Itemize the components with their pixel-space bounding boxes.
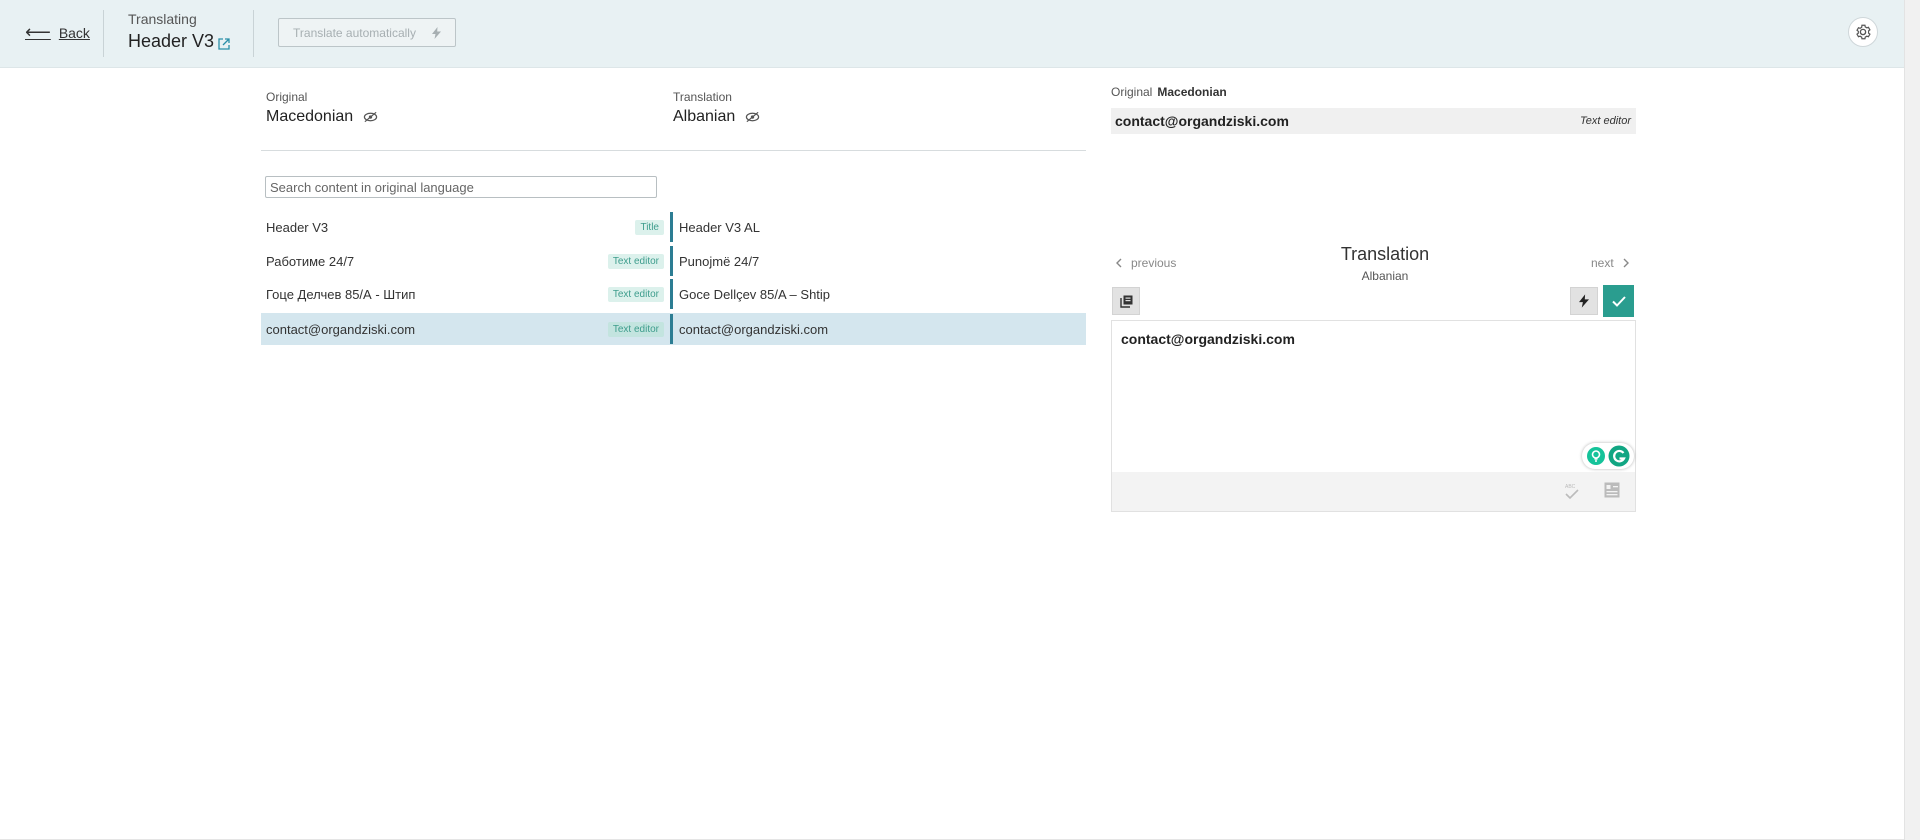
row-original: Header V3 Title <box>261 219 670 235</box>
column-divider <box>261 150 1086 151</box>
external-link-icon[interactable] <box>217 37 231 51</box>
vertical-scrollbar[interactable] <box>1904 0 1920 840</box>
translate-automatically-button[interactable]: Translate automatically <box>278 18 456 47</box>
row-original-text: Header V3 <box>266 219 329 235</box>
settings-button[interactable] <box>1848 17 1878 47</box>
arrow-left-icon: ⟵ <box>25 22 51 42</box>
panel-original-text: contact@organdziski.com <box>1115 113 1289 129</box>
original-label: Original <box>266 90 308 104</box>
panel-original-box: contact@organdziski.com Text editor <box>1111 108 1636 134</box>
panel-original-language: Macedonian <box>1157 85 1227 99</box>
row-translation-text: Goce Dellçev 85/A – Shtip <box>679 286 831 302</box>
chevron-left-icon <box>1116 258 1122 268</box>
panel-original-label: Original Macedonian <box>1111 85 1227 99</box>
original-language-name: Macedonian <box>266 108 354 125</box>
auto-translate-button[interactable] <box>1570 287 1598 315</box>
copy-original-button[interactable] <box>1112 287 1140 315</box>
translation-language-name: Albanian <box>673 108 736 125</box>
row-original-text: Гоце Делчев 85/А - Штип <box>266 286 416 302</box>
row-translation-text: Punojmë 24/7 <box>679 253 760 269</box>
row-original-text: Работиме 24/7 <box>266 253 355 269</box>
lightning-icon <box>1579 294 1589 308</box>
translation-label: Translation <box>673 90 732 104</box>
row-type-badge: Text editor <box>607 286 664 302</box>
breadcrumb-label: Translating <box>128 11 197 27</box>
lightbulb-icon <box>1587 447 1605 465</box>
previous-button[interactable]: previous <box>1116 256 1176 270</box>
row-translation-text: Header V3 AL <box>679 219 760 235</box>
translation-editor[interactable]: contact@organdziski.com <box>1111 320 1636 473</box>
page-title: Header V3 <box>128 31 231 52</box>
row-original: Гоце Делчев 85/А - Штип Text editor <box>261 286 670 302</box>
gear-icon <box>1856 24 1871 40</box>
copy-icon <box>1119 295 1132 308</box>
lightning-icon <box>431 26 441 39</box>
chevron-right-icon <box>1623 258 1629 268</box>
next-button[interactable]: next <box>1591 256 1629 270</box>
table-row[interactable]: Header V3 Title Header V3 AL <box>261 211 1086 243</box>
translation-language: Albanian <box>673 108 760 126</box>
row-original: Работиме 24/7 Text editor <box>261 253 670 269</box>
eye-slash-icon[interactable] <box>745 111 760 123</box>
previous-label: previous <box>1131 256 1177 270</box>
translation-memory-icon[interactable] <box>1604 482 1620 498</box>
grammarly-icon <box>1608 445 1630 467</box>
panel-original-type: Text editor <box>1580 115 1631 127</box>
svg-text:ABC: ABC <box>1565 484 1576 490</box>
translation-editor-text[interactable]: contact@organdziski.com <box>1121 331 1295 347</box>
top-bar: ⟵ Back Translating Header V3 Translate a… <box>0 0 1904 68</box>
spellcheck-icon[interactable]: ABC <box>1564 482 1580 500</box>
row-type-badge: Text editor <box>607 321 664 337</box>
back-link[interactable]: ⟵ Back <box>25 22 90 43</box>
back-label: Back <box>58 24 90 41</box>
table-row[interactable]: Гоце Делчев 85/А - Штип Text editor Goce… <box>261 278 1086 310</box>
table-row[interactable]: Работиме 24/7 Text editor Punojmë 24/7 <box>261 245 1086 277</box>
search-input[interactable] <box>265 176 657 198</box>
table-row-selected[interactable]: contact@organdziski.com Text editor cont… <box>261 313 1086 345</box>
grammarly-widget[interactable] <box>1582 443 1634 469</box>
page-title-text: Header V3 <box>128 31 215 51</box>
header-divider <box>103 10 104 57</box>
editor-footer: ABC <box>1111 472 1636 512</box>
translate-automatically-label: Translate automatically <box>293 25 416 40</box>
next-label: next <box>1591 256 1614 270</box>
header-divider <box>253 10 254 57</box>
confirm-button[interactable] <box>1603 285 1634 317</box>
panel-original-label-text: Original <box>1111 85 1153 99</box>
eye-slash-icon[interactable] <box>363 111 378 123</box>
row-type-badge: Title <box>635 219 664 235</box>
row-original: contact@organdziski.com Text editor <box>261 321 670 337</box>
original-language: Macedonian <box>266 108 378 126</box>
row-type-badge: Text editor <box>607 253 664 269</box>
check-icon <box>1611 295 1626 307</box>
row-translation-text: contact@organdziski.com <box>679 321 829 337</box>
row-original-text: contact@organdziski.com <box>266 321 416 337</box>
panel-title: Translation <box>1340 244 1430 264</box>
panel-subtitle: Albanian <box>1361 269 1409 283</box>
translation-page: ⟵ Back Translating Header V3 Translate a… <box>0 0 1920 840</box>
